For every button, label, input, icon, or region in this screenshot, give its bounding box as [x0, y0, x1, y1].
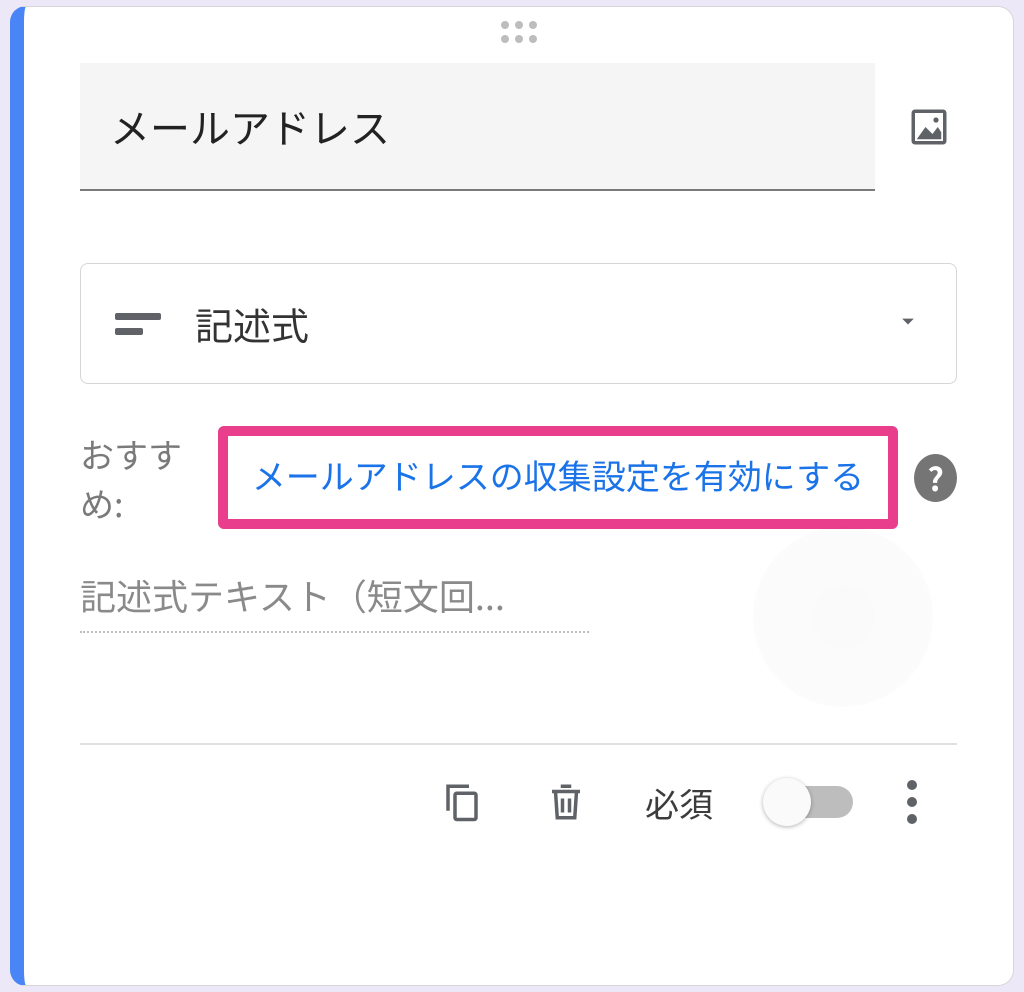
question-type-select[interactable]: 記述式: [80, 263, 957, 384]
title-row: [80, 63, 957, 191]
required-toggle[interactable]: [767, 786, 853, 818]
short-text-icon: [115, 313, 161, 335]
duplicate-button[interactable]: [437, 777, 487, 827]
enable-email-collection-link[interactable]: メールアドレスの収集設定を有効にする: [252, 450, 864, 499]
question-type-label: 記述式: [195, 296, 860, 351]
more-options-button[interactable]: [907, 780, 917, 824]
suggestion-highlight-box: メールアドレスの収集設定を有効にする: [218, 426, 898, 529]
question-title-input[interactable]: [80, 63, 875, 191]
help-button[interactable]: ?: [914, 454, 957, 502]
drag-handle-icon[interactable]: [501, 21, 537, 43]
trash-icon: [545, 781, 587, 823]
card-footer: 必須: [80, 745, 957, 827]
chevron-down-icon: [894, 307, 922, 340]
suggestion-row: おすすめ: メールアドレスの収集設定を有効にする ?: [80, 426, 957, 529]
copy-icon: [441, 781, 483, 823]
add-image-button[interactable]: [901, 99, 957, 155]
question-card: 記述式 おすすめ: メールアドレスの収集設定を有効にする ? 記述式テキスト（短…: [10, 6, 1014, 986]
suggestion-label: おすすめ:: [80, 429, 210, 527]
more-vertical-icon: [907, 780, 917, 790]
required-label: 必須: [645, 778, 713, 827]
help-icon: ?: [927, 455, 943, 501]
delete-button[interactable]: [541, 777, 591, 827]
answer-preview-placeholder: 記述式テキスト（短文回...: [80, 569, 589, 633]
image-icon: [908, 106, 950, 148]
card-content: 記述式 おすすめ: メールアドレスの収集設定を有効にする ? 記述式テキスト（短…: [24, 19, 1013, 827]
